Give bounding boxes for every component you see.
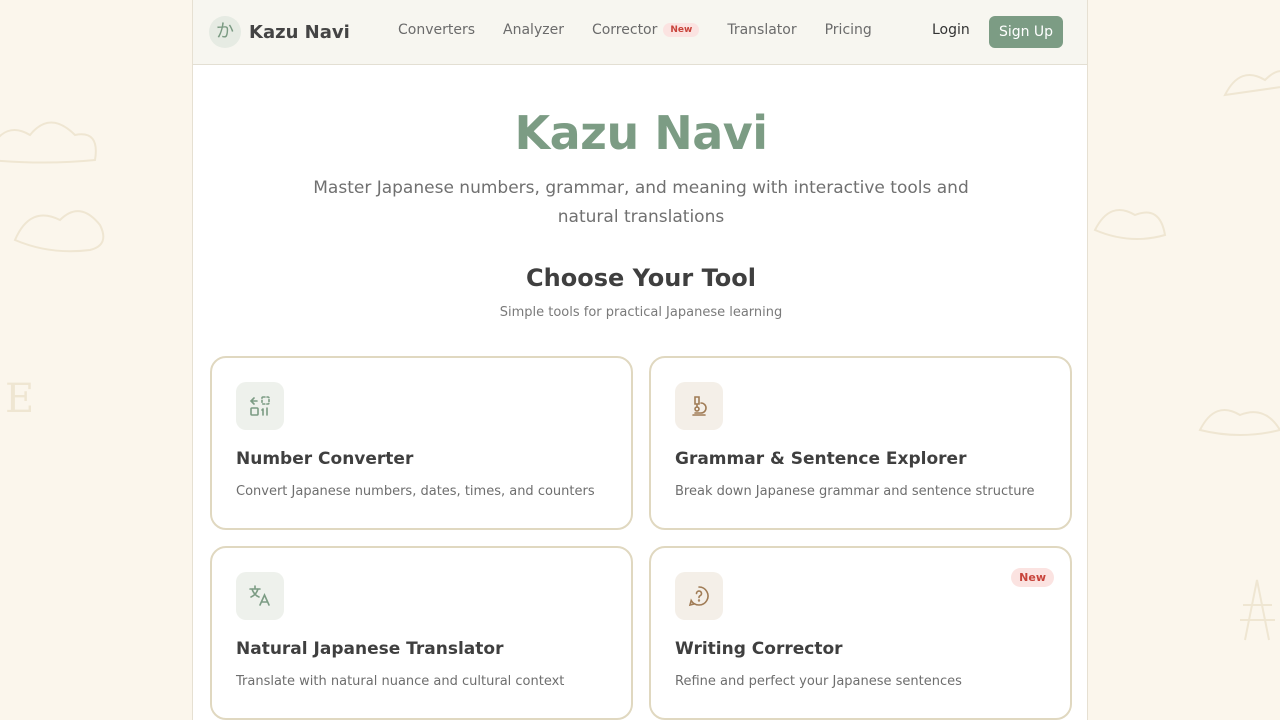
main-nav: Converters Analyzer Corrector New Transl… [398, 22, 900, 38]
card-title: Grammar & Sentence Explorer [675, 449, 967, 469]
nav-pricing[interactable]: Pricing [825, 22, 872, 38]
svg-text:E: E [5, 376, 34, 422]
brand-name: Kazu Navi [249, 21, 350, 43]
nav-corrector[interactable]: Corrector New [591, 22, 700, 38]
tool-card-number-converter[interactable]: Number Converter Convert Japanese number… [210, 356, 633, 530]
new-badge: New [1011, 568, 1054, 587]
card-title: Writing Corrector [675, 639, 843, 659]
card-description: Translate with natural nuance and cultur… [236, 674, 565, 689]
tool-card-grammar-explorer[interactable]: Grammar & Sentence Explorer Break down J… [649, 356, 1072, 530]
main-page: か Kazu Navi Converters Analyzer Correcto… [192, 0, 1088, 720]
section-title: Choose Your Tool [526, 264, 756, 292]
card-title: Natural Japanese Translator [236, 639, 504, 659]
number-convert-icon [236, 382, 284, 430]
nav-analyzer[interactable]: Analyzer [503, 22, 564, 38]
nav-corrector-label: Corrector [591, 22, 658, 38]
card-description: Break down Japanese grammar and sentence… [675, 484, 1035, 499]
signup-button[interactable]: Sign Up [989, 16, 1063, 48]
translate-icon [236, 572, 284, 620]
login-link[interactable]: Login [932, 22, 970, 38]
top-navbar: か Kazu Navi Converters Analyzer Correcto… [193, 0, 1087, 65]
brand-logo[interactable]: か Kazu Navi [209, 16, 350, 48]
card-title: Number Converter [236, 449, 414, 469]
hero-subtitle: Master Japanese numbers, grammar, and me… [313, 178, 969, 227]
card-description: Refine and perfect your Japanese sentenc… [675, 674, 962, 689]
question-bubble-icon [675, 572, 723, 620]
microscope-icon [675, 382, 723, 430]
nav-converters[interactable]: Converters [398, 22, 475, 38]
hero-title: Kazu Navi [514, 106, 768, 160]
section-subtitle: Simple tools for practical Japanese lear… [499, 305, 783, 320]
nav-translator[interactable]: Translator [727, 22, 796, 38]
logo-mark: か [209, 16, 241, 48]
tool-card-translator[interactable]: Natural Japanese Translator Translate wi… [210, 546, 633, 720]
new-badge: New [663, 23, 700, 37]
card-description: Convert Japanese numbers, dates, times, … [236, 484, 595, 499]
tool-card-writing-corrector[interactable]: New Writing Corrector Refine and perfect… [649, 546, 1072, 720]
